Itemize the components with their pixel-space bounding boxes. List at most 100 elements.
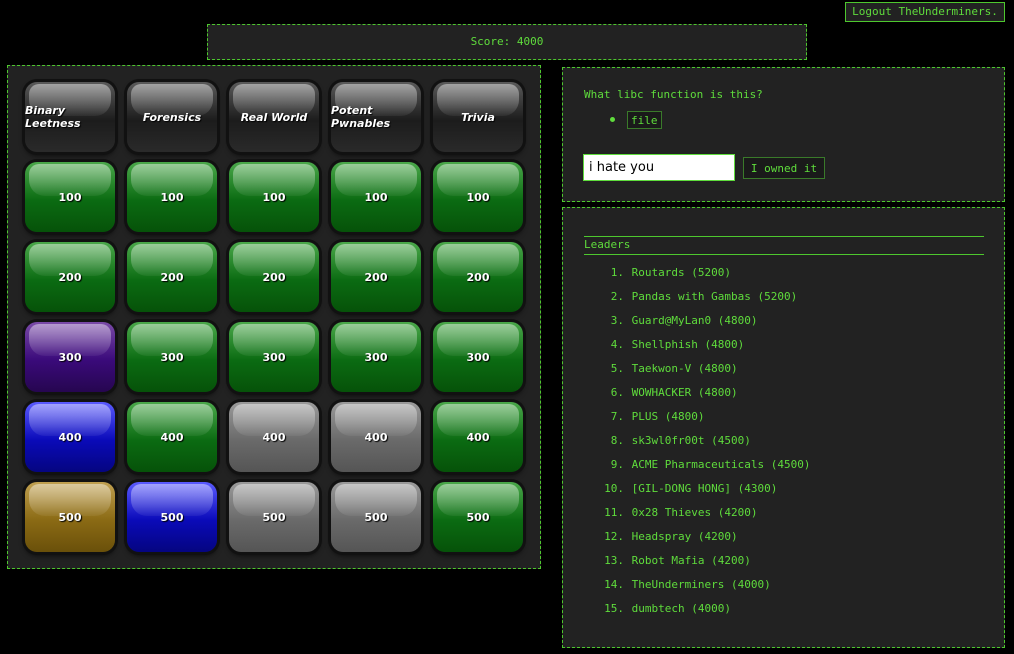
leader-rank: 2. [610, 290, 624, 303]
leader-rank: 14. [604, 578, 624, 591]
question-tile[interactable]: 400 [331, 402, 421, 472]
question-tile[interactable]: 500 [331, 482, 421, 552]
tile-value: 100 [466, 190, 490, 204]
tile-value: 200 [262, 270, 286, 284]
question-tile[interactable]: 200 [25, 242, 115, 312]
tile-value: 500 [466, 510, 490, 524]
category-header: Potent Pwnables [331, 82, 421, 152]
leader-entry: 6. WOWHACKER (4800) [584, 385, 810, 409]
tile-value: 100 [262, 190, 286, 204]
question-tile[interactable]: 300 [433, 322, 523, 392]
answer-input[interactable] [583, 154, 735, 181]
leader-entry: 15. dumbtech (4000) [584, 601, 810, 625]
leader-rank: 7. [610, 410, 624, 423]
category-label: Potent Pwnables [331, 104, 391, 130]
score-bar: Score: 4000 [207, 24, 807, 60]
leader-name: Pandas with Gambas (5200) [631, 290, 798, 303]
question-tile[interactable]: 500 [25, 482, 115, 552]
category-label: Trivia [461, 110, 495, 124]
question-tile[interactable]: 500 [127, 482, 217, 552]
tile-value: 200 [466, 270, 490, 284]
leader-rank: 1. [610, 266, 624, 279]
leader-name: Guard@MyLan0 (4800) [631, 314, 758, 327]
leaders-list: 1. Routards (5200) 2. Pandas with Gambas … [584, 265, 810, 625]
logout-link[interactable]: Logout TheUnderminers. [845, 2, 1005, 22]
submit-answer-button[interactable]: I owned it [743, 157, 825, 179]
question-tile[interactable]: 100 [433, 162, 523, 232]
tile-value: 400 [364, 430, 388, 444]
tile-value: 300 [160, 350, 184, 364]
question-tile[interactable]: 400 [433, 402, 523, 472]
leader-entry: 4. Shellphish (4800) [584, 337, 810, 361]
category-header: Binary Leetness [25, 82, 115, 152]
leader-name: TheUnderminers (4000) [631, 578, 771, 591]
question-tile[interactable]: 200 [331, 242, 421, 312]
question-prompt: What libc function is this? [584, 88, 763, 101]
leader-name: Taekwon-V (4800) [631, 362, 738, 375]
leader-entry: 7. PLUS (4800) [584, 409, 810, 433]
question-tile[interactable]: 200 [433, 242, 523, 312]
leader-entry: 3. Guard@MyLan0 (4800) [584, 313, 810, 337]
leader-name: ACME Pharmaceuticals (4500) [631, 458, 811, 471]
tile-value: 300 [364, 350, 388, 364]
question-tile[interactable]: 200 [127, 242, 217, 312]
score-label: Score: 4000 [470, 35, 544, 48]
category-header: Forensics [127, 82, 217, 152]
leader-entry: 2. Pandas with Gambas (5200) [584, 289, 810, 313]
leader-entry: 12. Headspray (4200) [584, 529, 810, 553]
question-tile[interactable]: 400 [25, 402, 115, 472]
leader-name: PLUS (4800) [631, 410, 705, 423]
leader-rank: 10. [604, 482, 624, 495]
leader-rank: 13. [604, 554, 624, 567]
leader-entry: 10. [GIL-DONG HONG] (4300) [584, 481, 810, 505]
category-label: Binary Leetness [25, 104, 81, 130]
leader-name: Headspray (4200) [631, 530, 738, 543]
leader-rank: 3. [610, 314, 624, 327]
bullet-icon [610, 117, 615, 122]
tile-value: 300 [466, 350, 490, 364]
question-tile[interactable]: 100 [25, 162, 115, 232]
leader-name: sk3wl0fr00t (4500) [631, 434, 751, 447]
leader-entry: 8. sk3wl0fr00t (4500) [584, 433, 810, 457]
leader-rank: 5. [610, 362, 624, 375]
tile-value: 100 [58, 190, 82, 204]
leader-name: Routards (5200) [631, 266, 731, 279]
leader-entry: 11. 0x28 Thieves (4200) [584, 505, 810, 529]
question-tile[interactable]: 500 [229, 482, 319, 552]
leader-rank: 6. [610, 386, 624, 399]
question-tile[interactable]: 400 [229, 402, 319, 472]
leader-name: Shellphish (4800) [631, 338, 745, 351]
question-tile[interactable]: 100 [127, 162, 217, 232]
tile-value: 300 [262, 350, 286, 364]
leaders-title: Leaders [584, 236, 984, 255]
question-tile[interactable]: 500 [433, 482, 523, 552]
category-header: Real World [229, 82, 319, 152]
tile-value: 500 [160, 510, 184, 524]
question-tile[interactable]: 300 [127, 322, 217, 392]
leader-name: [GIL-DONG HONG] (4300) [631, 482, 778, 495]
leader-rank: 9. [610, 458, 624, 471]
category-header: Trivia [433, 82, 523, 152]
leader-name: Robot Mafia (4200) [631, 554, 751, 567]
question-tile[interactable]: 300 [229, 322, 319, 392]
category-label: Real World [240, 110, 308, 124]
leader-entry: 13. Robot Mafia (4200) [584, 553, 810, 577]
leader-entry: 14. TheUnderminers (4000) [584, 577, 810, 601]
question-tile[interactable]: 300 [25, 322, 115, 392]
game-board: Binary Leetness Forensics Real World Potent… [7, 65, 541, 569]
question-hint: file [627, 111, 662, 129]
question-tile[interactable]: 400 [127, 402, 217, 472]
leader-rank: 11. [604, 506, 624, 519]
leader-rank: 4. [610, 338, 624, 351]
leader-rank: 15. [604, 602, 624, 615]
question-tile[interactable]: 200 [229, 242, 319, 312]
tile-value: 200 [160, 270, 184, 284]
question-tile[interactable]: 100 [229, 162, 319, 232]
question-tile[interactable]: 100 [331, 162, 421, 232]
tile-value: 500 [262, 510, 286, 524]
tile-value: 400 [160, 430, 184, 444]
question-tile[interactable]: 300 [331, 322, 421, 392]
tile-value: 500 [364, 510, 388, 524]
tile-value: 100 [160, 190, 184, 204]
leader-entry: 5. Taekwon-V (4800) [584, 361, 810, 385]
